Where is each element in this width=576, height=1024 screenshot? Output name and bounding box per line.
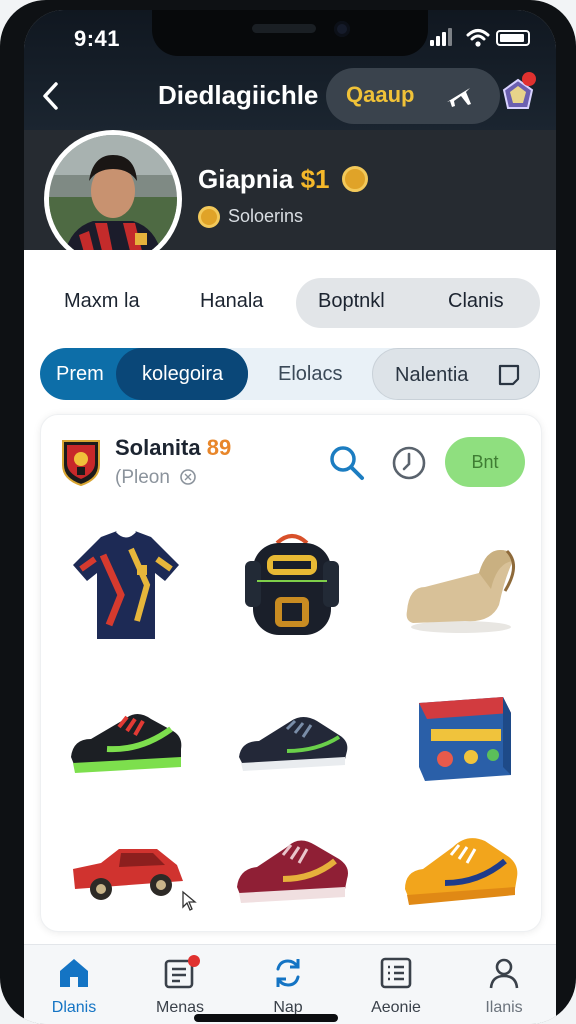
sneaker-icon [71, 714, 182, 773]
notch [152, 10, 428, 56]
profile-amount: $1 [300, 164, 330, 194]
sneaker-icon [239, 717, 348, 771]
product-sneaker-yellow[interactable] [395, 805, 525, 925]
nav-item-menu[interactable]: Menas [140, 955, 220, 1019]
tab-nalentia-label: Nalentia [395, 364, 469, 386]
nav-item-profile[interactable]: Ilanis [464, 955, 544, 1019]
status-time: 9:41 [74, 26, 121, 51]
profile-name-text: Giapnia [198, 164, 294, 194]
status-icons [430, 26, 530, 50]
tab-prem-label: Prem [56, 363, 104, 385]
product-jersey[interactable] [61, 525, 191, 645]
card-subtitle-text: (Pleon [115, 467, 170, 488]
tab-nalentia[interactable]: Nalentia [372, 348, 540, 400]
sneaker-icon [237, 840, 348, 903]
user-icon [489, 958, 519, 989]
battery-icon [496, 30, 530, 46]
backpack-icon [245, 534, 339, 635]
clock-icon[interactable] [391, 445, 427, 481]
primary-tabs: Maxm la Hanala Boptnkl Clanis [24, 278, 556, 330]
nav-label-profile: Ilanis [485, 999, 523, 1016]
product-sneaker-black-green[interactable] [61, 679, 191, 799]
nav-badge [188, 955, 200, 967]
profile-avatar[interactable] [44, 130, 182, 268]
card-number: 89 [206, 435, 232, 460]
home-icon [60, 959, 88, 987]
card-title-text: Solanita [115, 435, 201, 460]
note-icon [498, 364, 520, 386]
nav-item-map[interactable]: Nap [248, 955, 328, 1019]
screen: 9:41 Diedlagiichle Qaaup Giapnia $1 Solo… [24, 10, 556, 1024]
sync-icon [276, 959, 300, 987]
tab-clanis[interactable]: Clanis [448, 290, 504, 313]
product-toy-car[interactable] [61, 815, 191, 935]
coin-small-icon [198, 206, 220, 228]
phone-frame: 9:41 Diedlagiichle Qaaup Giapnia $1 Solo… [0, 0, 576, 1024]
signal-bar [442, 32, 446, 46]
profile-subtitle: Soloerins [228, 206, 304, 226]
chevron-left-icon [43, 82, 58, 110]
nav-label-list: Aeonie [371, 999, 421, 1016]
profile-name: Giapnia $1 [198, 164, 330, 195]
tab-maxm-la[interactable]: Maxm la [64, 290, 140, 313]
product-sneaker-dark-blue[interactable] [227, 679, 357, 799]
signal-bar [436, 36, 440, 46]
coin-icon [342, 166, 368, 192]
mouse-cursor-icon [182, 890, 197, 911]
product-boot[interactable] [395, 525, 525, 645]
card-subtitle: (Pleon [115, 467, 197, 489]
tab-boptnkl[interactable]: Boptnkl [318, 290, 385, 313]
signal-icon [430, 40, 434, 46]
nav-label-home: Dlanis [51, 999, 97, 1016]
nav-pill-label: Qaaup [346, 82, 415, 107]
product-sneaker-maroon[interactable] [227, 805, 357, 925]
coin-outline-icon [180, 469, 197, 485]
notification-badge [522, 72, 536, 86]
page-title: Diedlagiichle [158, 80, 319, 110]
notification-avatar[interactable] [500, 72, 536, 114]
home-indicator[interactable] [194, 1014, 338, 1022]
boot-icon [406, 549, 515, 633]
card-action-button[interactable]: Bnt [445, 437, 525, 487]
camera-icon [334, 21, 350, 37]
tab-hanala[interactable]: Hanala [200, 290, 263, 313]
toy-car-icon [73, 849, 183, 900]
game-box-icon [419, 697, 511, 781]
plane-icon [447, 88, 471, 107]
search-icon[interactable] [327, 443, 367, 483]
tab-pill-group: Boptnkl Clanis [296, 278, 540, 328]
tab-kolegoira-label: kolegoira [142, 363, 224, 385]
list-icon [380, 957, 412, 989]
tab-elolacs[interactable]: Elolacs [278, 363, 342, 386]
back-button[interactable] [36, 78, 68, 114]
signal-bar [448, 28, 452, 46]
store-card: Solanita 89 (Pleon Bnt [40, 414, 542, 932]
product-backpack[interactable] [227, 525, 357, 645]
sneaker-icon [405, 838, 518, 905]
nav-item-home[interactable]: Dlanis [34, 955, 114, 1019]
product-game-box[interactable] [395, 679, 525, 799]
secondary-tabs: Prem kolegoira Elolacs Nalentia [40, 348, 540, 400]
nav-item-list[interactable]: Aeonie [356, 955, 436, 1019]
person-photo-icon [49, 135, 177, 263]
speaker-icon [252, 24, 316, 33]
wifi-icon [466, 29, 490, 47]
bottom-navigation: Dlanis Menas Nap Aeonie Ilanis [24, 944, 556, 1024]
club-crest-icon [62, 440, 100, 487]
profile-photo [49, 135, 177, 263]
card-title: Solanita 89 [115, 435, 231, 461]
nav-action-pill[interactable]: Qaaup [326, 68, 500, 124]
jersey-icon [73, 529, 179, 639]
